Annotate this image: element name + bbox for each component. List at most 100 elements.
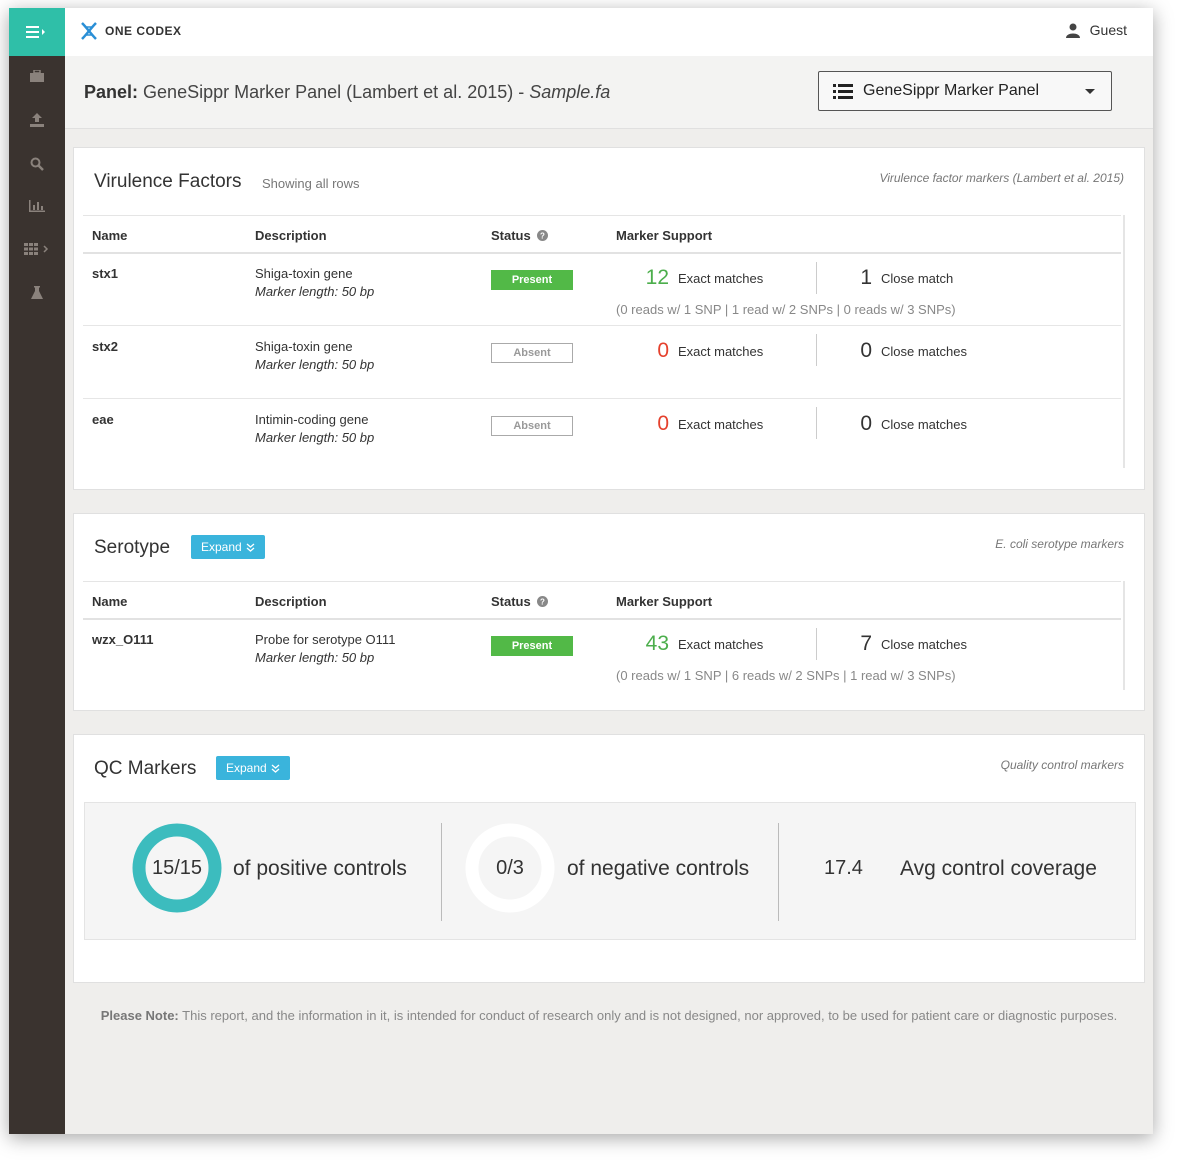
qc-summary: 15/15 of positive controls 0/3 of negati… (84, 802, 1136, 940)
sample-name: Sample.fa (529, 82, 611, 102)
description-text: Intimin-coding gene (255, 412, 369, 427)
bar-chart-icon (29, 200, 45, 212)
serotype-card: Serotype Expand E. coli serotype markers… (73, 513, 1145, 711)
card-title: QC Markers (94, 758, 197, 779)
virulence-factors-card: Virulence Factors Showing all rows Virul… (73, 147, 1145, 490)
sidebar-item-analyses[interactable] (9, 191, 65, 221)
positive-controls-ring: 15/15 (132, 823, 222, 913)
exact-count: 43 (645, 632, 669, 655)
col-description: Description (255, 594, 327, 609)
list-icon (833, 83, 853, 99)
panel-select-value: GeneSippr Marker Panel (863, 82, 1040, 99)
snp-breakdown: (0 reads w/ 1 SNP | 6 reads w/ 2 SNPs | … (616, 668, 956, 683)
marker-name: stx2 (92, 339, 119, 354)
negative-controls-value: 0/3 (496, 857, 524, 879)
expand-button[interactable]: Expand (216, 756, 290, 780)
sidebar-item-lab[interactable] (9, 278, 65, 308)
close-count: 0 (860, 339, 872, 362)
menu-toggle-button[interactable] (9, 8, 65, 56)
card-note: Virulence factor markers (Lambert et al.… (879, 171, 1124, 185)
divider (816, 334, 817, 366)
positive-controls-value: 15/15 (151, 857, 203, 879)
close-label: Close match (881, 271, 954, 286)
divider (441, 823, 442, 921)
svg-text:?: ? (540, 598, 545, 607)
status-badge: Absent (491, 343, 573, 363)
user-icon (1065, 23, 1080, 38)
exact-label: Exact matches (678, 417, 764, 432)
coverage-label: Avg control coverage (900, 857, 1097, 880)
card-title: Serotype (94, 537, 171, 558)
marker-description: Intimin-coding gene Marker length: 50 bp (255, 411, 374, 447)
col-name: Name (92, 594, 128, 609)
divider (816, 407, 817, 439)
table-row[interactable]: stx2 Shiga-toxin gene Marker length: 50 … (83, 326, 1121, 399)
description-text: Probe for serotype O111 (255, 632, 396, 647)
negative-controls-label: of negative controls (567, 857, 750, 880)
close-count: 0 (860, 412, 872, 435)
chevron-down-icon (1085, 89, 1095, 94)
sidebar-item-apps[interactable] (9, 234, 65, 264)
card-note: Quality control markers (1000, 758, 1124, 772)
divider (816, 262, 817, 294)
double-chevron-down-icon (271, 764, 280, 773)
marker-length: Marker length: 50 bp (255, 650, 375, 665)
close-label: Close matches (881, 344, 967, 359)
expand-label: Expand (201, 540, 242, 554)
col-status: Status ? (491, 228, 549, 243)
status-badge: Present (491, 270, 573, 290)
disclaimer-note: Please Note: This report, and the inform… (89, 1006, 1129, 1025)
panel-label: Panel: (84, 82, 139, 102)
col-description: Description (255, 228, 327, 243)
serotype-table: Name Description Status ? Marker Support… (83, 581, 1125, 690)
search-icon (30, 157, 44, 171)
exact-label: Exact matches (678, 344, 764, 359)
exact-label: Exact matches (678, 271, 764, 286)
status-badge: Present (491, 636, 573, 656)
user-menu[interactable]: Guest (1065, 22, 1127, 38)
exact-label: Exact matches (678, 637, 764, 652)
exact-count: 0 (657, 339, 669, 362)
table-row[interactable]: wzx_O111 Probe for serotype O111 Marker … (83, 619, 1121, 690)
table-row[interactable]: stx1 Shiga-toxin gene Marker length: 50 … (83, 253, 1121, 326)
user-name: Guest (1089, 22, 1127, 38)
col-status-label: Status (491, 594, 531, 609)
sidebar-item-search[interactable] (9, 149, 65, 179)
exact-count: 12 (645, 266, 669, 289)
marker-description: Probe for serotype O111 Marker length: 5… (255, 631, 395, 667)
panel-name: GeneSippr Marker Panel (Lambert et al. 2… (143, 82, 530, 102)
col-status-label: Status (491, 228, 531, 243)
flask-icon (31, 286, 43, 299)
expand-label: Expand (226, 761, 267, 775)
sidebar-item-projects[interactable] (9, 61, 65, 91)
logo-icon (81, 22, 97, 40)
close-count: 7 (860, 632, 872, 655)
help-icon[interactable]: ? (537, 596, 549, 607)
table-header: Name Description Status ? Marker Support (83, 215, 1121, 254)
table-row[interactable]: eae Intimin-coding gene Marker length: 5… (83, 399, 1121, 468)
marker-name: stx1 (92, 266, 119, 281)
help-icon[interactable]: ? (537, 230, 549, 241)
close-count: 1 (860, 266, 872, 289)
virulence-table: Name Description Status ? Marker Support… (83, 215, 1125, 468)
marker-name: eae (92, 412, 114, 427)
status-badge: Absent (491, 416, 573, 436)
close-label: Close matches (881, 637, 967, 652)
coverage-value: 17.4 (824, 857, 863, 879)
description-text: Shiga-toxin gene (255, 266, 353, 281)
sidebar-item-upload[interactable] (9, 105, 65, 135)
marker-description: Shiga-toxin gene Marker length: 50 bp (255, 338, 374, 374)
panel-select-dropdown[interactable]: GeneSippr Marker Panel (818, 71, 1112, 111)
qc-markers-card: QC Markers Expand Quality control marker… (73, 734, 1145, 983)
negative-controls-ring: 0/3 (465, 823, 555, 913)
expand-button[interactable]: Expand (191, 535, 265, 559)
col-marker-support: Marker Support (616, 594, 713, 609)
top-bar: ONE CODEX Guest (65, 8, 1153, 57)
snp-breakdown: (0 reads w/ 1 SNP | 1 read w/ 2 SNPs | 0… (616, 302, 956, 317)
marker-length: Marker length: 50 bp (255, 284, 375, 299)
logo[interactable]: ONE CODEX (81, 22, 182, 40)
card-title: Virulence Factors (94, 171, 242, 192)
close-label: Close matches (881, 417, 967, 432)
upload-icon (30, 113, 44, 127)
page-header: Panel: GeneSippr Marker Panel (Lambert e… (65, 56, 1153, 129)
